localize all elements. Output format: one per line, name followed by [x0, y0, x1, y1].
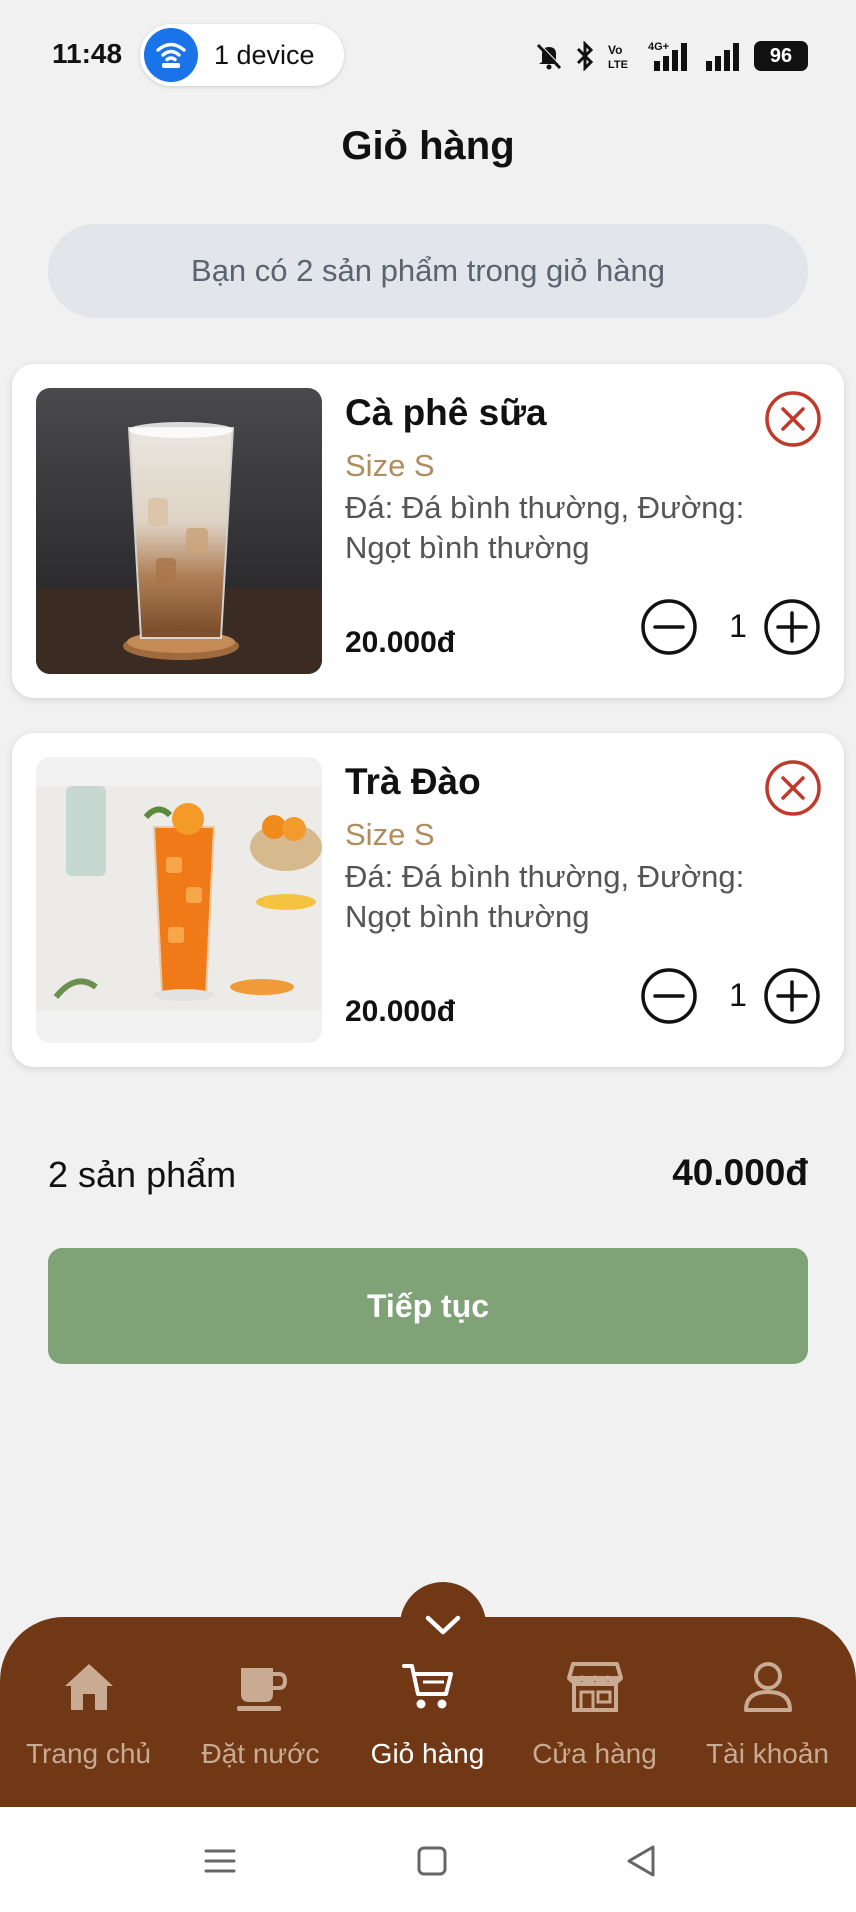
battery-icon: 96: [754, 41, 808, 71]
remove-item-button[interactable]: [764, 759, 822, 817]
increase-quantity-button[interactable]: [763, 598, 821, 656]
nav-item-order-drinks[interactable]: Đặt nước: [175, 1648, 346, 1778]
home-system-button[interactable]: [412, 1841, 452, 1881]
signal-icon: [706, 43, 739, 71]
item-options: Đá: Đá bình thường, Đường: Ngọt bình thư…: [345, 859, 745, 934]
decrease-quantity-button[interactable]: [640, 598, 698, 656]
nav-item-home[interactable]: Trang chủ: [3, 1648, 174, 1778]
close-circle-icon: [765, 760, 821, 816]
status-icons: Vo LTE 4G+ 96: [534, 36, 808, 76]
nav-label: Đặt nước: [201, 1738, 320, 1769]
cart-info-banner: Bạn có 2 sản phẩm trong giỏ hàng: [48, 224, 808, 318]
nav-label: Cửa hàng: [532, 1738, 657, 1769]
svg-text:LTE: LTE: [608, 59, 628, 71]
store-icon: [566, 1662, 623, 1712]
product-image-ca-phe-sua: [36, 388, 322, 674]
svg-text:Vo: Vo: [608, 43, 622, 57]
item-name: Trà Đào: [345, 761, 481, 802]
device-count-label: 1 device: [214, 39, 315, 70]
status-bar: 11:48 1 device Vo LTE 4G+ 96: [0, 0, 856, 112]
item-options: Đá: Đá bình thường, Đường: Ngọt bình thư…: [345, 490, 745, 565]
decrease-quantity-button[interactable]: [640, 967, 698, 1025]
recent-apps-button[interactable]: [200, 1841, 240, 1881]
cart-item: Trà Đào Size S Đá: Đá bình thường, Đường…: [12, 733, 844, 1067]
plus-circle-icon: [764, 968, 820, 1024]
bell-off-icon: [536, 43, 563, 70]
bluetooth-icon: [576, 41, 594, 71]
hotspot-device-pill[interactable]: 1 device: [140, 24, 344, 86]
status-time: 11:48: [52, 38, 123, 69]
nav-item-account[interactable]: Tài khoản: [682, 1648, 853, 1778]
user-icon: [743, 1662, 792, 1712]
nav-item-stores[interactable]: Cửa hàng: [509, 1648, 680, 1778]
item-price: 20.000đ: [345, 995, 456, 1028]
item-size: Size S: [345, 448, 435, 483]
nav-label: Tài khoản: [706, 1738, 829, 1769]
increase-quantity-button[interactable]: [763, 967, 821, 1025]
nav-item-cart[interactable]: Giỏ hàng: [342, 1648, 513, 1778]
minus-circle-icon: [641, 968, 697, 1024]
page-title: Giỏ hàng: [341, 124, 515, 168]
nav-label: Trang chủ: [25, 1738, 152, 1769]
nav-label: Giỏ hàng: [370, 1738, 485, 1769]
wifi-hotspot-icon: [144, 28, 198, 82]
menu-icon: [204, 1849, 236, 1873]
item-size: Size S: [345, 817, 435, 852]
svg-text:4G+: 4G+: [648, 41, 669, 53]
system-navigation-bar: [0, 1807, 856, 1912]
back-system-button[interactable]: [621, 1841, 661, 1881]
square-icon: [417, 1846, 447, 1876]
quantity-value: 1: [729, 608, 747, 644]
remove-item-button[interactable]: [764, 390, 822, 448]
summary-item-count: 2 sản phẩm: [48, 1154, 237, 1195]
cart-item: Cà phê sữa Size S Đá: Đá bình thường, Đư…: [12, 364, 844, 698]
back-triangle-icon: [627, 1845, 655, 1877]
plus-circle-icon: [764, 599, 820, 655]
continue-button[interactable]: Tiếp tục: [48, 1248, 808, 1364]
close-circle-icon: [765, 391, 821, 447]
home-icon: [64, 1664, 113, 1710]
chevron-down-icon: [425, 1615, 461, 1635]
signal-4g-icon: 4G+: [648, 41, 687, 71]
quantity-value: 1: [729, 977, 747, 1013]
item-price: 20.000đ: [345, 626, 456, 659]
coffee-cup-icon: [236, 1668, 287, 1711]
product-image-tra-dao: [36, 757, 322, 1043]
volte-icon: Vo LTE: [608, 43, 628, 71]
minus-circle-icon: [641, 599, 697, 655]
item-name: Cà phê sữa: [345, 392, 547, 433]
cart-icon: [401, 1664, 453, 1709]
summary-total: 40.000đ: [672, 1152, 808, 1193]
